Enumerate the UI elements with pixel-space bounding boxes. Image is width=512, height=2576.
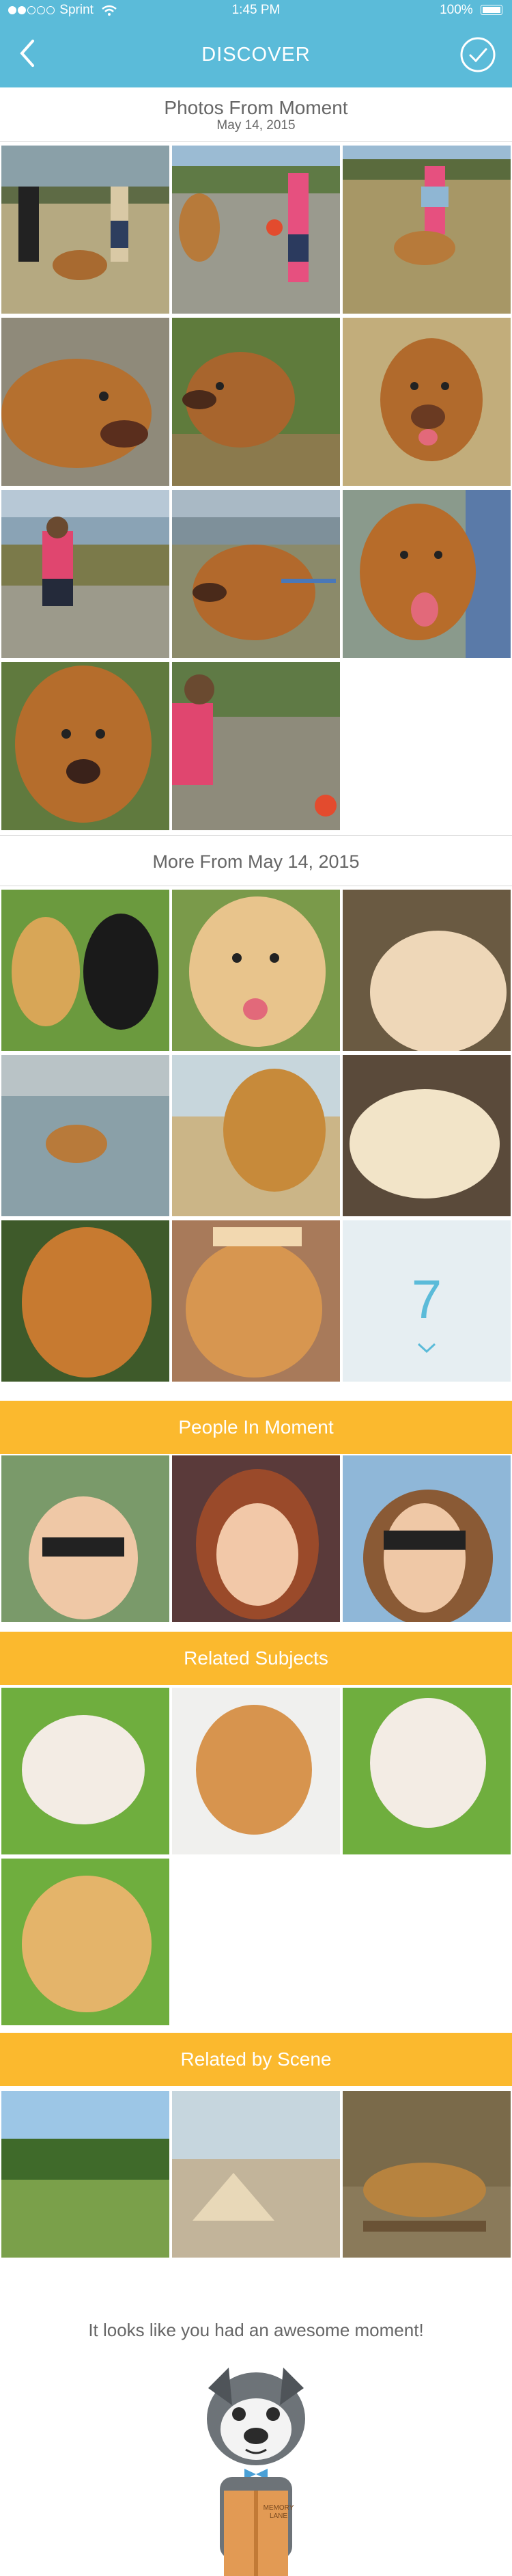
moment-photo[interactable]	[343, 146, 511, 314]
moment-photo[interactable]	[343, 318, 511, 486]
moment-photo[interactable]	[172, 662, 340, 830]
more-section-title: More From May 14, 2015	[152, 851, 360, 872]
moment-photo[interactable]	[172, 490, 340, 658]
scene-photo[interactable]	[1, 2091, 169, 2258]
moment-photo[interactable]	[343, 490, 511, 658]
status-bar: Sprint 1:45 PM 100%	[0, 0, 512, 20]
navigation-bar: DISCOVER	[0, 20, 512, 87]
person-photo[interactable]	[343, 1455, 511, 1622]
people-section-banner: People In Moment	[0, 1401, 512, 1454]
more-photo[interactable]	[1, 1055, 169, 1216]
moment-section-date: May 14, 2015	[216, 118, 296, 133]
reading-dog-mascot	[207, 2368, 305, 2576]
moment-photo[interactable]	[1, 662, 169, 830]
moment-photo[interactable]	[1, 146, 169, 314]
check-circle-icon	[460, 37, 496, 72]
related-scene-banner: Related by Scene	[0, 2033, 512, 2086]
battery-label: 100%	[440, 3, 473, 17]
more-photo[interactable]	[172, 890, 340, 1051]
footer-message: It looks like you had an awesome moment!	[88, 2320, 424, 2340]
status-time: 1:45 PM	[231, 3, 281, 17]
related-subjects-title: Related Subjects	[184, 1647, 328, 1669]
person-photo[interactable]	[172, 1455, 340, 1622]
more-photo[interactable]	[343, 890, 511, 1051]
moment-photo[interactable]	[1, 318, 169, 486]
moment-photo[interactable]	[172, 146, 340, 314]
scene-photo[interactable]	[343, 2091, 511, 2258]
section-divider	[0, 141, 512, 142]
done-button[interactable]	[459, 36, 497, 74]
moment-section-title: Photos From Moment	[164, 97, 348, 118]
section-divider	[0, 835, 512, 836]
more-photo[interactable]	[172, 1055, 340, 1216]
more-photo[interactable]	[1, 1220, 169, 1382]
more-photo[interactable]	[1, 890, 169, 1051]
scene-photo[interactable]	[172, 2091, 340, 2258]
chevron-down-icon	[417, 1343, 436, 1354]
subject-photo[interactable]	[1, 1859, 169, 2025]
subject-photo[interactable]	[172, 1688, 340, 1854]
more-photo[interactable]	[343, 1055, 511, 1216]
related-scene-title: Related by Scene	[180, 2049, 332, 2070]
more-photos-button[interactable]: 7	[343, 1220, 511, 1382]
battery-icon	[481, 5, 502, 16]
more-count: 7	[411, 1269, 442, 1330]
book-label: MEMORY LANE	[263, 2504, 294, 2520]
moment-photo[interactable]	[172, 318, 340, 486]
battery-status: 100%	[440, 3, 502, 18]
person-photo[interactable]	[1, 1455, 169, 1622]
people-section-title: People In Moment	[178, 1416, 334, 1438]
subject-photo[interactable]	[343, 1688, 511, 1854]
more-photo[interactable]	[172, 1220, 340, 1382]
page-title: DISCOVER	[201, 44, 311, 66]
subject-photo[interactable]	[1, 1688, 169, 1854]
moment-photo[interactable]	[1, 490, 169, 658]
related-subjects-banner: Related Subjects	[0, 1632, 512, 1685]
